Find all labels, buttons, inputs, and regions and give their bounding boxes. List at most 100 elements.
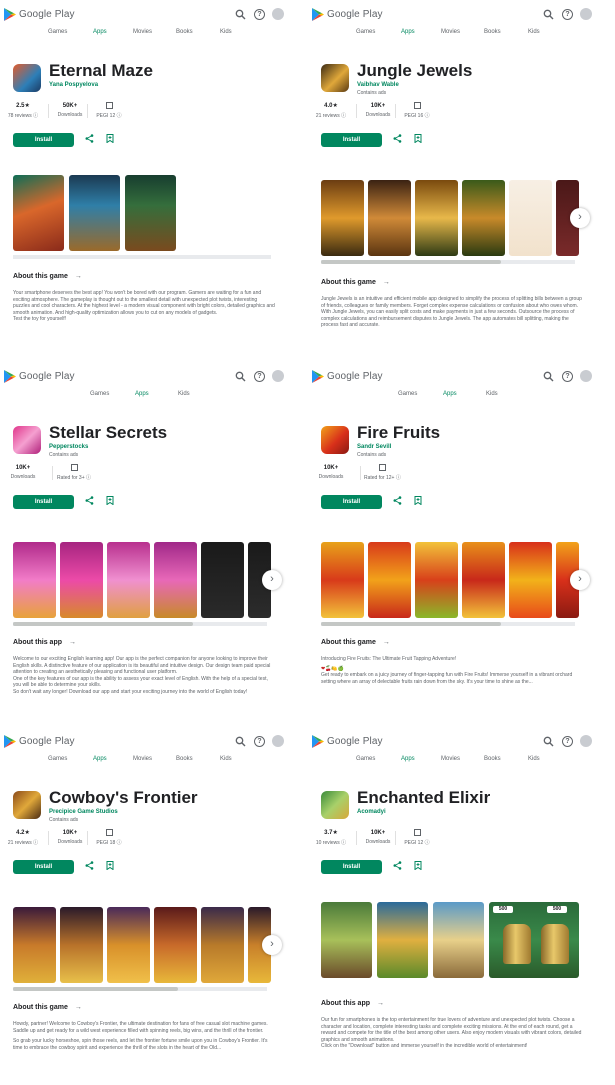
tab-kids[interactable]: Kids <box>486 391 498 397</box>
carousel-scrollbar-thumb[interactable] <box>321 622 501 626</box>
install-button[interactable]: Install <box>321 495 382 509</box>
app-screenshot[interactable] <box>462 180 505 256</box>
about-section-heading[interactable]: About this app → <box>13 639 76 646</box>
developer-link[interactable]: Yana Pospyelova <box>49 82 98 88</box>
help-icon[interactable]: ? <box>562 736 573 747</box>
tab-movies[interactable]: Movies <box>441 756 460 762</box>
tab-apps[interactable]: Apps <box>443 391 457 397</box>
search-icon[interactable] <box>543 9 554 20</box>
tab-games[interactable]: Games <box>356 29 375 35</box>
app-screenshot[interactable] <box>377 902 428 978</box>
arrow-right-icon[interactable]: → <box>377 1000 384 1007</box>
app-screenshot[interactable] <box>368 180 411 256</box>
google-play-logo[interactable] <box>3 7 17 22</box>
app-screenshot[interactable] <box>154 542 197 618</box>
tab-books[interactable]: Books <box>176 756 193 762</box>
app-screenshot[interactable] <box>415 180 458 256</box>
app-screenshot[interactable] <box>415 542 458 618</box>
chevron-right-icon[interactable]: › <box>570 570 590 590</box>
tab-movies[interactable]: Movies <box>133 756 152 762</box>
tab-kids[interactable]: Kids <box>528 756 540 762</box>
tab-games[interactable]: Games <box>398 391 417 397</box>
tab-kids[interactable]: Kids <box>528 29 540 35</box>
install-button[interactable]: Install <box>13 495 74 509</box>
search-icon[interactable] <box>543 371 554 382</box>
account-avatar[interactable] <box>580 370 592 382</box>
google-play-logo[interactable] <box>311 369 325 384</box>
tab-apps[interactable]: Apps <box>93 29 107 35</box>
developer-link[interactable]: Pepperstocks <box>49 444 88 450</box>
app-screenshot[interactable] <box>201 907 244 983</box>
app-screenshot[interactable] <box>13 542 56 618</box>
app-screenshot[interactable] <box>154 907 197 983</box>
arrow-right-icon[interactable]: → <box>75 1004 82 1011</box>
search-icon[interactable] <box>235 736 246 747</box>
tab-apps[interactable]: Apps <box>93 756 107 762</box>
wishlist-icon[interactable] <box>412 134 424 146</box>
wishlist-icon[interactable] <box>104 861 116 873</box>
tab-apps[interactable]: Apps <box>135 391 149 397</box>
help-icon[interactable]: ? <box>254 371 265 382</box>
tab-kids[interactable]: Kids <box>220 756 232 762</box>
app-screenshot[interactable] <box>107 907 150 983</box>
screenshot-carousel[interactable] <box>321 180 583 264</box>
tab-books[interactable]: Books <box>484 756 501 762</box>
google-play-logo[interactable] <box>311 7 325 22</box>
developer-link[interactable]: Acomadyi <box>357 809 386 815</box>
developer-link[interactable]: Sandr Sevill <box>357 444 391 450</box>
tab-books[interactable]: Books <box>176 29 193 35</box>
app-screenshot[interactable] <box>201 542 244 618</box>
arrow-right-icon[interactable]: → <box>69 639 76 646</box>
tab-games[interactable]: Games <box>90 391 109 397</box>
about-section-heading[interactable]: About this app → <box>321 1000 384 1007</box>
wishlist-icon[interactable] <box>104 134 116 146</box>
developer-link[interactable]: Vaibhav Wable <box>357 82 399 88</box>
carousel-scrollbar-thumb[interactable] <box>13 987 178 991</box>
account-avatar[interactable] <box>272 370 284 382</box>
app-screenshot[interactable] <box>433 902 484 978</box>
share-icon[interactable] <box>83 496 95 508</box>
share-icon[interactable] <box>391 134 403 146</box>
about-section-heading[interactable]: About this game → <box>321 639 390 646</box>
screenshot-carousel[interactable] <box>13 907 275 991</box>
install-button[interactable]: Install <box>13 133 74 147</box>
tab-games[interactable]: Games <box>356 756 375 762</box>
arrow-right-icon[interactable]: → <box>383 279 390 286</box>
tab-books[interactable]: Books <box>484 29 501 35</box>
app-screenshot[interactable] <box>368 542 411 618</box>
wishlist-icon[interactable] <box>412 861 424 873</box>
carousel-scrollbar[interactable] <box>13 622 267 626</box>
google-play-logo[interactable] <box>311 734 325 749</box>
share-icon[interactable] <box>83 134 95 146</box>
search-icon[interactable] <box>235 371 246 382</box>
account-avatar[interactable] <box>580 8 592 20</box>
screenshot-carousel[interactable] <box>13 175 275 259</box>
app-screenshot[interactable] <box>321 902 372 978</box>
app-screenshot[interactable] <box>509 542 552 618</box>
account-avatar[interactable] <box>580 735 592 747</box>
search-icon[interactable] <box>235 9 246 20</box>
google-play-logo[interactable] <box>3 369 17 384</box>
chevron-right-icon[interactable]: › <box>262 570 282 590</box>
arrow-right-icon[interactable]: → <box>383 639 390 646</box>
wishlist-icon[interactable] <box>412 496 424 508</box>
app-screenshot[interactable] <box>321 542 364 618</box>
app-screenshot[interactable] <box>107 542 150 618</box>
tab-games[interactable]: Games <box>48 29 67 35</box>
tab-kids[interactable]: Kids <box>178 391 190 397</box>
google-play-logo[interactable] <box>3 734 17 749</box>
about-section-heading[interactable]: About this game → <box>13 1004 82 1011</box>
tab-movies[interactable]: Movies <box>441 29 460 35</box>
share-icon[interactable] <box>391 861 403 873</box>
tab-apps[interactable]: Apps <box>401 29 415 35</box>
carousel-scrollbar[interactable] <box>13 255 271 259</box>
app-screenshot[interactable] <box>509 180 552 256</box>
chevron-right-icon[interactable]: › <box>570 208 590 228</box>
app-screenshot[interactable]: 500 500 <box>489 902 579 978</box>
tab-games[interactable]: Games <box>48 756 67 762</box>
about-section-heading[interactable]: About this game → <box>321 279 390 286</box>
tab-kids[interactable]: Kids <box>220 29 232 35</box>
carousel-scrollbar-thumb[interactable] <box>321 260 501 264</box>
screenshot-carousel[interactable] <box>321 542 583 626</box>
tab-apps[interactable]: Apps <box>401 756 415 762</box>
